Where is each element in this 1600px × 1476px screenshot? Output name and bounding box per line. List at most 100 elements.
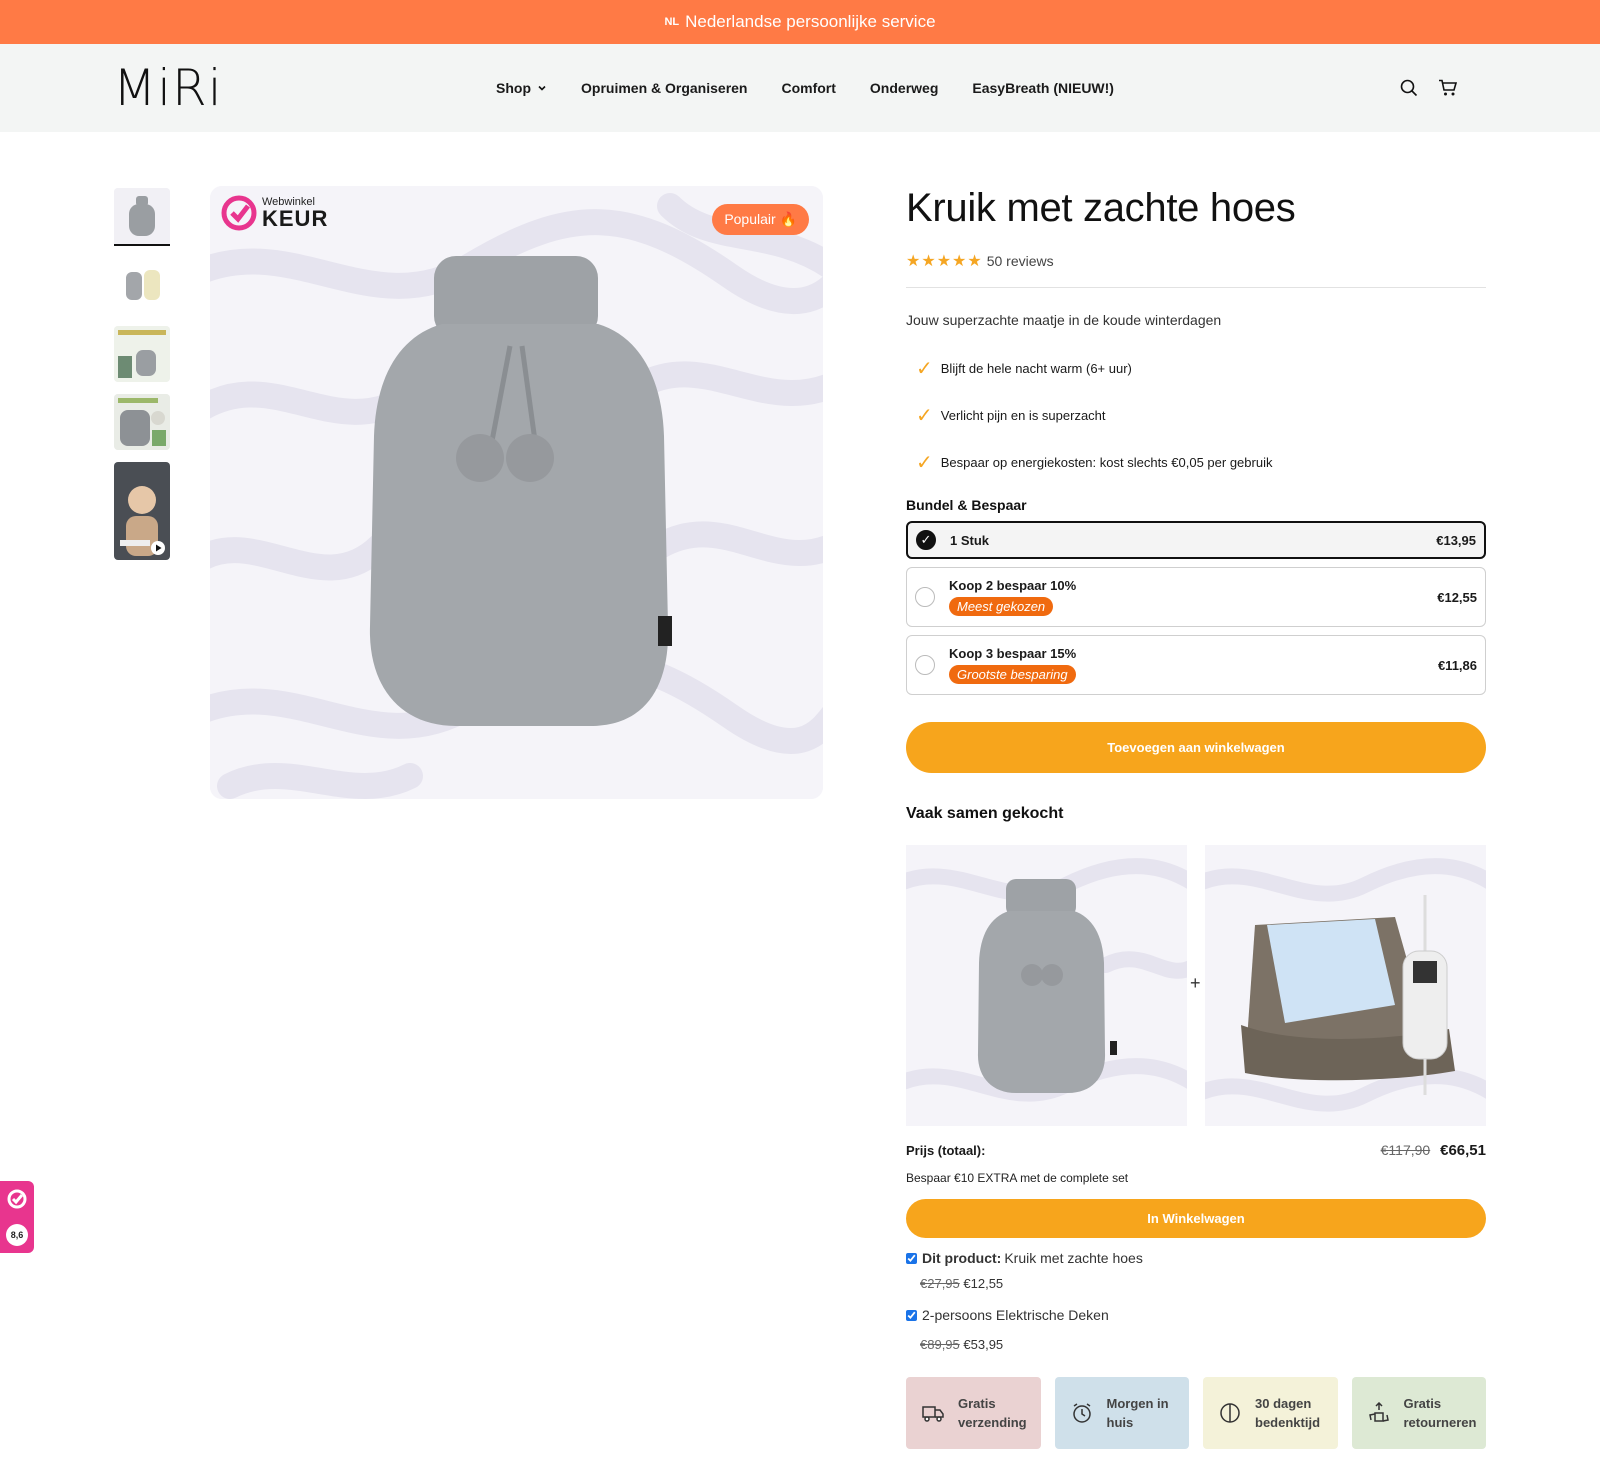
thumbnail-2[interactable] <box>114 258 170 314</box>
keur-big-text: KEUR <box>262 205 329 231</box>
benefit-text: Verlicht pijn en is superzacht <box>940 408 1106 423</box>
bundle-option-price: €13,95 <box>1436 532 1476 548</box>
fbt-checkbox-1[interactable] <box>906 1252 917 1264</box>
bundle-option-price: €12,55 <box>1437 589 1477 605</box>
truck-icon <box>922 1406 944 1422</box>
total-price-row: Prijs (totaal): €117,90 €66,51 <box>906 1142 1486 1159</box>
perk-line-2: verzending <box>958 1415 1027 1430</box>
add-to-cart-button[interactable]: Toevoegen aan winkelwagen <box>906 722 1486 773</box>
fbt-line-price-1: €27,95 €12,55 <box>906 1276 1486 1291</box>
biggest-saving-badge: Grootste besparing <box>949 665 1076 684</box>
fbt-item-new-price: €12,55 <box>963 1276 1004 1291</box>
radio-icon <box>915 587 935 607</box>
thumbnail-4[interactable] <box>114 394 170 450</box>
bundle-cart-button[interactable]: In Winkelwagen <box>906 1199 1486 1238</box>
fbt-line-item-2: 2-persoons Elektrische Deken <box>906 1307 1486 1323</box>
most-chosen-badge: Meest gekozen <box>949 597 1054 616</box>
thumbnail-list <box>114 188 170 572</box>
perk-line-2: retourneren <box>1403 1415 1477 1430</box>
plus-icon: + <box>1190 973 1201 993</box>
bundle-option-1[interactable]: ✓ 1 Stuk €13,95 <box>906 521 1486 559</box>
perks-row: Gratis verzending Morgen in huis 30 dagen b… <box>906 1377 1486 1449</box>
nav-shop-label: Shop <box>496 80 531 96</box>
benefit-item: ✓ Blijft de hele nacht warm (6+ uur) <box>906 356 1486 381</box>
fbt-item-old-price: €27,95 <box>920 1276 960 1291</box>
nav-easybreath[interactable]: EasyBreath (NIEUW!) <box>972 80 1114 96</box>
frequently-bought-images: + <box>906 845 1486 1126</box>
perk-cooling-off: 30 dagen bedenktijd <box>1203 1377 1338 1449</box>
nl-flag-label: NL <box>664 16 680 28</box>
search-icon[interactable] <box>1400 79 1418 97</box>
radio-selected-icon: ✓ <box>916 530 936 550</box>
perk-line-1: Gratis <box>1403 1396 1442 1411</box>
perk-next-day: Morgen in huis <box>1054 1377 1189 1449</box>
perk-free-shipping: Gratis verzending <box>906 1377 1041 1449</box>
benefit-text: Blijft de hele nacht warm (6+ uur) <box>940 361 1132 376</box>
popular-badge: Populair 🔥 <box>712 204 809 235</box>
main-nav: Shop Opruimen & Organiseren Comfort Onde… <box>496 44 1114 132</box>
old-total-price: €117,90 <box>1380 1142 1431 1158</box>
benefit-item: ✓ Verlicht pijn en is superzacht <box>906 403 1486 428</box>
review-count: 50 reviews <box>986 253 1054 269</box>
keur-score: 8,6 <box>6 1224 28 1246</box>
benefit-item: ✓ Bespaar op energiekosten: kost slechts … <box>906 450 1486 475</box>
fbt-item-name: 2-persoons Elektrische Deken <box>922 1307 1109 1323</box>
fbt-item-new-price: €53,95 <box>963 1337 1004 1352</box>
fbt-checkbox-2[interactable] <box>906 1309 917 1321</box>
keur-side-badge[interactable]: 8,6 <box>0 1181 34 1253</box>
product-subtitle: Jouw superzachte maatje in de koude wint… <box>906 312 1222 328</box>
main-product-image[interactable]: Webwinkel KEUR Populair 🔥 <box>210 186 823 799</box>
webwinkel-keur-logo: Webwinkel KEUR <box>220 194 328 232</box>
perk-free-returns: Gratis retourneren <box>1351 1377 1486 1449</box>
fbt-product-image-2[interactable] <box>1205 845 1486 1126</box>
divider <box>906 287 1486 288</box>
perk-line-2: bedenktijd <box>1255 1415 1321 1430</box>
thumbnail-3[interactable] <box>114 326 170 382</box>
nav-opruimen[interactable]: Opruimen & Organiseren <box>581 80 747 96</box>
fbt-item-prefix: Dit product: <box>922 1250 1002 1266</box>
perk-line-1: Morgen in <box>1106 1396 1169 1411</box>
fbt-item-name: Kruik met zachte hoes <box>1004 1250 1143 1266</box>
video-thumbnail[interactable] <box>114 462 170 560</box>
perk-line-1: Gratis <box>958 1396 996 1411</box>
nav-shop[interactable]: Shop <box>496 80 547 96</box>
bundle-option-label: Koop 3 bespaar 15% <box>949 646 1077 661</box>
bundle-option-3[interactable]: Koop 3 bespaar 15% Grootste besparing €1… <box>906 635 1486 695</box>
bundle-option-label: 1 Stuk <box>950 532 990 548</box>
logo[interactable]: MiRi <box>113 59 223 117</box>
perk-line-2: huis <box>1106 1415 1134 1430</box>
announcement-bar: NL Nederlandse persoonlijke service <box>0 0 1600 44</box>
bundle-option-label: Koop 2 bespaar 10% <box>949 578 1077 593</box>
check-icon: ✓ <box>916 358 933 380</box>
bundle-option-2[interactable]: Koop 2 bespaar 10% Meest gekozen €12,55 <box>906 567 1486 627</box>
cart-icon[interactable] <box>1438 79 1458 97</box>
fbt-line-item-1: Dit product: Kruik met zachte hoes <box>906 1250 1486 1266</box>
shield-icon <box>1220 1403 1240 1423</box>
hot-water-bottle-image <box>369 256 672 726</box>
benefit-text: Bespaar op energiekosten: kost slechts €… <box>940 455 1273 470</box>
bundle-title: Bundel & Bespaar <box>906 497 1027 513</box>
fbt-line-price-2: €89,95 €53,95 <box>906 1337 1486 1352</box>
announcement-text: Nederlandse persoonlijke service <box>685 12 936 31</box>
save-note: Bespaar €10 EXTRA met de complete set <box>906 1171 1129 1185</box>
new-total-price: €66,51 <box>1440 1142 1486 1159</box>
nav-onderweg[interactable]: Onderweg <box>870 80 938 96</box>
chevron-down-icon <box>538 85 546 91</box>
total-label: Prijs (totaal): <box>906 1143 986 1158</box>
rating[interactable]: ★★★★★ 50 reviews <box>906 251 1486 271</box>
keur-check-icon <box>221 195 257 231</box>
product-info: Kruik met zachte hoes ★★★★★ 50 reviews J… <box>906 186 1486 1352</box>
perk-line-1: 30 dagen <box>1255 1396 1312 1411</box>
nav-comfort[interactable]: Comfort <box>781 80 835 96</box>
frequently-bought-title: Vaak samen gekocht <box>906 805 1064 822</box>
radio-icon <box>915 655 935 675</box>
star-rating-icon: ★★★★★ <box>906 253 983 270</box>
benefit-list: ✓ Blijft de hele nacht warm (6+ uur) ✓ Ver… <box>906 356 1486 475</box>
product-title: Kruik met zachte hoes <box>906 186 1296 230</box>
check-icon: ✓ <box>916 405 933 427</box>
fbt-item-old-price: €89,95 <box>920 1337 960 1352</box>
fbt-product-image-1[interactable] <box>906 845 1187 1126</box>
thumbnail-1[interactable] <box>114 188 170 246</box>
check-icon: ✓ <box>916 452 933 474</box>
site-header: MiRi Shop Opruimen & Organiseren Comfort… <box>0 44 1600 132</box>
